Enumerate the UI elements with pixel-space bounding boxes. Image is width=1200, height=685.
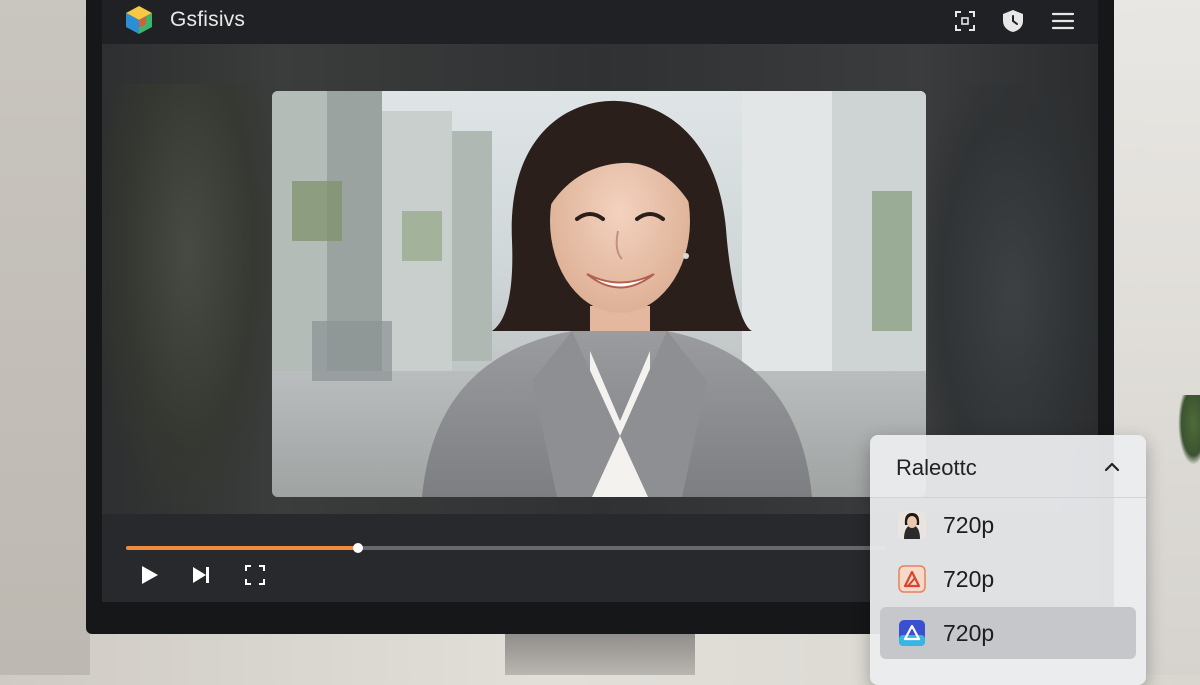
quality-option-1[interactable]: 720p [880,499,1136,551]
app-logo-icon [126,6,152,34]
quality-option-label: 720p [943,512,995,538]
next-icon[interactable] [188,562,214,588]
fullscreen-icon[interactable] [242,562,268,588]
portrait-thumbnail-icon [898,511,926,539]
quality-menu: Raleottc 720p 720p 720p [870,435,1146,685]
quality-option-2[interactable]: 720p [880,553,1136,605]
quality-menu-title: Raleottc [896,455,977,480]
seek-handle[interactable] [352,543,363,553]
quality-menu-header[interactable]: Raleottc [870,435,1146,498]
quality-option-label: 720p [943,566,995,592]
seek-bar[interactable] [126,543,886,553]
monitor-stand [505,628,695,675]
background-plant [1178,395,1200,465]
background-wall-left [0,0,90,675]
seek-progress [126,546,358,550]
app-title: Gsfisivs [170,8,246,31]
blue-triangle-app-icon [899,620,925,646]
hamburger-menu-icon[interactable] [1050,8,1076,34]
quality-option-label: 720p [943,620,995,646]
video-person-image [272,91,926,497]
video-frame[interactable] [272,91,926,497]
chevron-up-icon[interactable] [1102,457,1122,477]
quality-option-3[interactable]: 720p [880,607,1136,659]
shield-clock-icon[interactable] [1000,8,1026,34]
capture-icon[interactable] [952,8,978,34]
play-icon[interactable] [136,562,162,588]
title-bar: Gsfisivs [102,0,1098,44]
red-triangle-app-icon [898,565,926,593]
